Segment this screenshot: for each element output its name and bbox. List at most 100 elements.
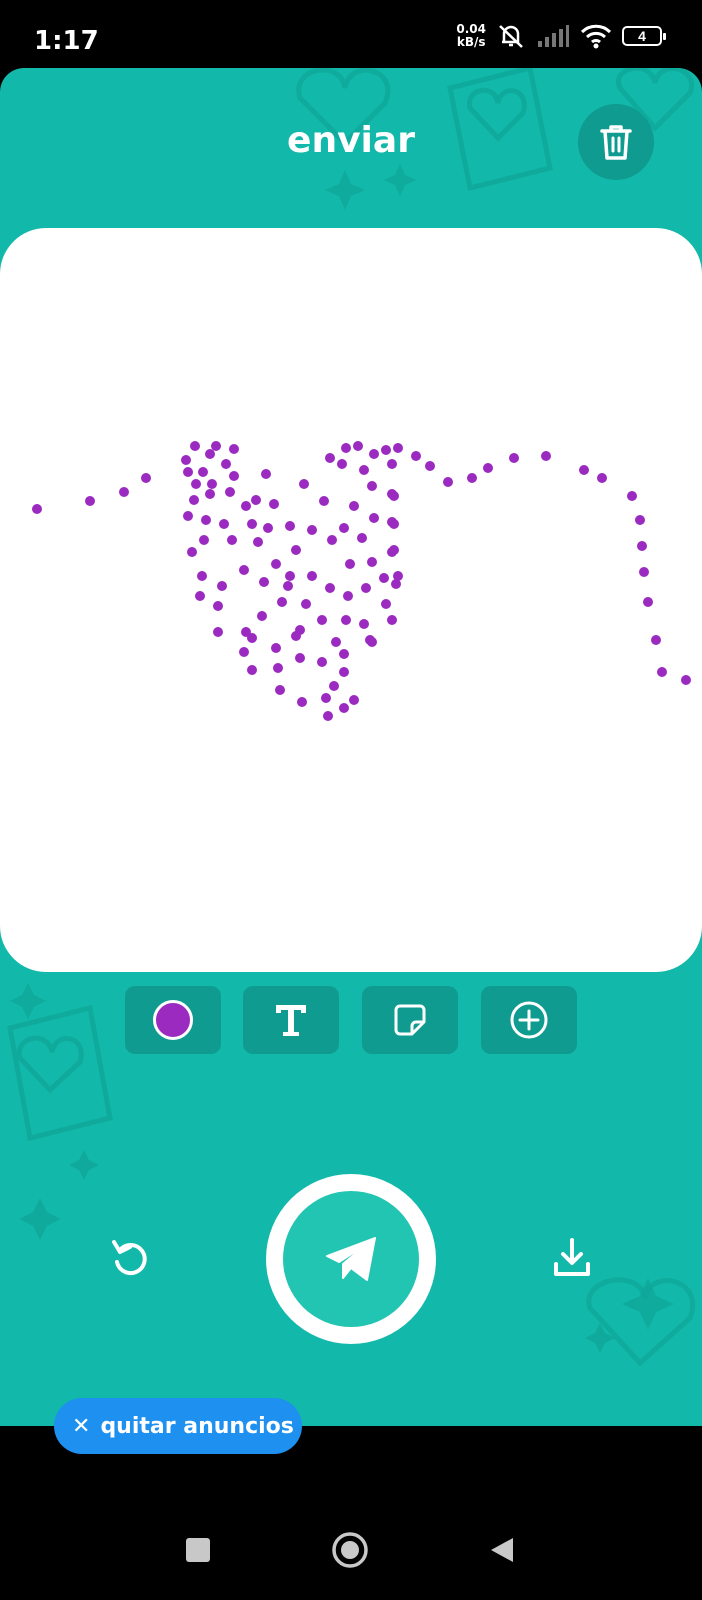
drawing-dot	[239, 647, 249, 657]
drawing-dot	[367, 557, 377, 567]
text-tool-button[interactable]	[243, 986, 339, 1054]
drawing-dot	[285, 521, 295, 531]
drawing-dot	[269, 499, 279, 509]
remove-ads-button[interactable]: ✕ quitar anuncios	[54, 1398, 302, 1454]
drawing-dot	[369, 449, 379, 459]
drawing-dot	[183, 467, 193, 477]
drawing-dot	[389, 545, 399, 555]
drawing-dot	[295, 653, 305, 663]
delete-button[interactable]	[578, 104, 654, 180]
drawing-dot	[637, 541, 647, 551]
drawing-dot	[195, 591, 205, 601]
drawing-dot	[211, 441, 221, 451]
home-button[interactable]	[330, 1530, 370, 1570]
drawing-dot	[597, 473, 607, 483]
drawing-dot	[271, 643, 281, 653]
drawing-dot	[651, 635, 661, 645]
drawing-dot	[411, 451, 421, 461]
remove-ads-label: quitar anuncios	[100, 1413, 294, 1439]
drawing-dot	[627, 491, 637, 501]
drawing-dot	[483, 463, 493, 473]
drawing-dot	[259, 577, 269, 587]
drawing-dot	[261, 469, 271, 479]
drawing-dot	[199, 535, 209, 545]
drawing-dot	[207, 479, 217, 489]
home-circle-icon	[332, 1532, 368, 1568]
drawing-dot	[349, 695, 359, 705]
drawing-dot	[191, 479, 201, 489]
drawing-dot	[187, 547, 197, 557]
drawing-dot	[141, 473, 151, 483]
drawing-dot	[325, 583, 335, 593]
drawing-dot	[339, 523, 349, 533]
drawing-dot	[579, 465, 589, 475]
drawing-dot	[323, 711, 333, 721]
signal-icon	[538, 25, 569, 47]
drawing-dot	[467, 473, 477, 483]
drawing-dot	[271, 559, 281, 569]
drawing-canvas[interactable]	[0, 228, 702, 972]
drawing-dot	[307, 571, 317, 581]
drawing-dot	[357, 533, 367, 543]
drawing-dot	[387, 615, 397, 625]
back-triangle-icon	[491, 1538, 513, 1562]
drawing-dot	[317, 657, 327, 667]
text-T-icon	[276, 1005, 306, 1036]
drawing-strokes	[32, 441, 691, 721]
drawing-dot	[221, 459, 231, 469]
drawing-dot	[329, 681, 339, 691]
drawing-dot	[241, 501, 251, 511]
color-picker-button[interactable]	[125, 986, 221, 1054]
sticker-tool-button[interactable]	[362, 986, 458, 1054]
drawing-dot	[263, 523, 273, 533]
drawing-dot	[343, 591, 353, 601]
drawing-dot	[285, 571, 295, 581]
drawing-dot	[331, 637, 341, 647]
sticker-icon	[394, 1004, 426, 1036]
drawing-dot	[283, 581, 293, 591]
drawing-dot	[541, 451, 551, 461]
drawing-dot	[247, 633, 257, 643]
add-tool-button[interactable]	[481, 986, 577, 1054]
status-time: 1:17	[34, 26, 99, 56]
drawing-dot	[253, 537, 263, 547]
drawing-dot	[247, 665, 257, 675]
recents-button[interactable]	[178, 1530, 218, 1570]
undo-button[interactable]	[100, 1228, 160, 1288]
drawing-dot	[190, 441, 200, 451]
drawing-dot	[319, 496, 329, 506]
drawing-dot	[341, 615, 351, 625]
drawing-dot	[198, 467, 208, 477]
drawing-dot	[359, 465, 369, 475]
drawing-dot	[389, 491, 399, 501]
drawing-dot	[339, 649, 349, 659]
tool-bar	[0, 986, 702, 1056]
drawing-dot	[307, 525, 317, 535]
drawing-dot	[181, 455, 191, 465]
battery-icon: 4	[622, 26, 666, 46]
drawing-dot	[341, 443, 351, 453]
drawing-dot	[239, 565, 249, 575]
drawing-dot	[219, 519, 229, 529]
drawing-dot	[32, 504, 42, 514]
drawing-dot	[251, 495, 261, 505]
drawing-dot	[509, 453, 519, 463]
drawing-dot	[229, 471, 239, 481]
drawing-dot	[657, 667, 667, 677]
drawing-dot	[367, 481, 377, 491]
drawing-dot	[205, 489, 215, 499]
drawing-dot	[389, 519, 399, 529]
drawing-dot	[393, 443, 403, 453]
send-button[interactable]	[266, 1174, 436, 1344]
status-icons: 0.04 kB/s 4	[456, 22, 666, 50]
drawing-dot	[273, 663, 283, 673]
drawing-dot	[189, 495, 199, 505]
download-icon	[554, 1238, 590, 1276]
drawing-dot	[217, 581, 227, 591]
download-button[interactable]	[542, 1228, 602, 1288]
back-button[interactable]	[482, 1530, 522, 1570]
drawing-dot	[197, 571, 207, 581]
drawing-dot	[213, 627, 223, 637]
drawing-dot	[635, 515, 645, 525]
drawing-dot	[301, 599, 311, 609]
